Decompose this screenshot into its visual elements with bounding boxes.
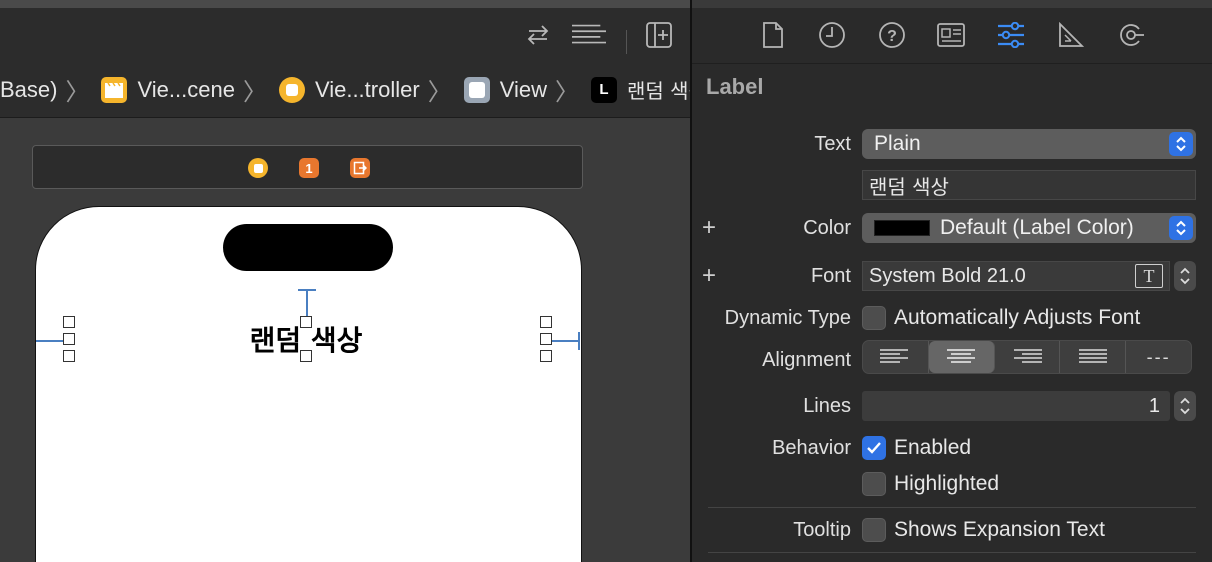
swap-arrows-icon[interactable]: [521, 20, 555, 50]
scene-dock: 1: [32, 145, 583, 189]
connections-icon[interactable]: [1114, 18, 1148, 52]
xcode-window: Base) 〉 Vie...cene 〉 Vie...troller 〉 Vie…: [0, 0, 1212, 562]
constraint-cap: [298, 289, 316, 291]
text-row-label: Text: [814, 133, 851, 155]
top-constraint-guide: [306, 290, 308, 316]
dynamic-type-label: Dynamic Type: [724, 307, 851, 329]
attributes-icon[interactable]: [994, 18, 1028, 52]
font-field[interactable]: System Bold 21.0 T: [862, 261, 1170, 291]
lines-icon[interactable]: [572, 20, 606, 50]
storyboard-canvas[interactable]: 1 랜덤 색상: [0, 118, 690, 562]
history-icon[interactable]: [815, 18, 849, 52]
lines-row-label: Lines: [803, 395, 851, 417]
alignment-segmented-control: ---: [862, 340, 1192, 374]
chevron-right-icon: 〉: [242, 79, 267, 106]
resize-handle[interactable]: [540, 316, 552, 328]
exit-icon[interactable]: [350, 158, 370, 178]
breadcrumb-label: Vie...cene: [137, 76, 235, 102]
breadcrumb-scene[interactable]: Vie...cene: [101, 76, 235, 103]
adjusts-font-checkbox[interactable]: [862, 306, 886, 330]
align-center-icon[interactable]: [928, 341, 995, 373]
inspector-tab-bar: ?: [692, 0, 1212, 64]
popup-chevrons-icon: [1169, 216, 1193, 240]
chevron-right-icon: 〉: [554, 79, 579, 106]
popup-value: Plain: [874, 132, 921, 155]
alignment-row-label: Alignment: [762, 349, 851, 371]
lines-field[interactable]: 1: [862, 391, 1170, 421]
font-value: System Bold 21.0: [869, 264, 1026, 287]
attributes-inspector: ? Label Text Plain 랜덤 색상 + Color Default…: [692, 0, 1212, 562]
constraint-cap: [578, 332, 580, 350]
iphone-device-frame: 랜덤 색상: [35, 206, 582, 562]
resize-handle[interactable]: [300, 350, 312, 362]
help-icon[interactable]: ?: [875, 18, 909, 52]
view-controller-icon[interactable]: [248, 158, 268, 178]
resize-handle[interactable]: [63, 350, 75, 362]
align-justified-icon[interactable]: [1060, 341, 1127, 373]
editor-toolbar: [0, 0, 690, 62]
scene-icon: [101, 76, 128, 103]
popup-chevrons-icon: [1169, 132, 1193, 156]
separator: [708, 552, 1196, 553]
svg-text:?: ?: [887, 28, 897, 45]
add-editor-icon[interactable]: [642, 20, 676, 50]
text-type-popup[interactable]: Plain: [862, 129, 1196, 159]
identity-icon[interactable]: [934, 18, 968, 52]
font-size-stepper[interactable]: [1174, 261, 1196, 291]
breadcrumb-view[interactable]: View: [463, 76, 547, 103]
add-font-variation-icon[interactable]: +: [702, 262, 716, 290]
section-title: Label: [706, 74, 764, 99]
align-left-icon[interactable]: [863, 341, 929, 373]
breadcrumb-label: Vie...troller: [314, 76, 420, 102]
popup-value: Default (Label Color): [940, 216, 1134, 239]
resize-handle[interactable]: [300, 316, 312, 328]
breadcrumb-view-controller[interactable]: Vie...troller: [278, 76, 420, 103]
breadcrumb-label: Base): [0, 76, 58, 102]
tooltip-row-label: Tooltip: [793, 519, 851, 541]
font-picker-icon[interactable]: T: [1135, 264, 1163, 288]
view-icon: [463, 76, 490, 103]
dynamic-island: [223, 224, 393, 271]
add-color-variation-icon[interactable]: +: [702, 214, 716, 242]
highlighted-checkbox[interactable]: [862, 472, 886, 496]
enabled-checkbox[interactable]: [862, 436, 886, 460]
lines-stepper[interactable]: [1174, 391, 1196, 421]
label-icon: L: [590, 76, 617, 103]
separator: [708, 507, 1196, 508]
expansion-text-label: Shows Expansion Text: [894, 518, 1105, 541]
trailing-constraint-guide: [550, 340, 580, 342]
resize-handle[interactable]: [63, 316, 75, 328]
breadcrumb-label: View: [499, 76, 547, 102]
natural-glyph: ---: [1146, 346, 1171, 367]
resize-handle[interactable]: [540, 350, 552, 362]
size-icon[interactable]: [1054, 18, 1088, 52]
color-swatch: [874, 220, 930, 236]
color-row-label: Color: [803, 217, 851, 239]
highlighted-label: Highlighted: [894, 472, 1000, 495]
color-popup[interactable]: Default (Label Color): [862, 213, 1196, 243]
font-row-label: Font: [810, 265, 851, 287]
view-controller-icon: [278, 76, 305, 103]
storyboard-editor: Base) 〉 Vie...cene 〉 Vie...troller 〉 Vie…: [0, 0, 707, 562]
toolbar-separator: [626, 30, 627, 54]
chevron-right-icon: 〉: [65, 79, 90, 106]
leading-constraint-guide: [36, 340, 66, 342]
label-text-field[interactable]: 랜덤 색상: [862, 170, 1196, 200]
align-natural-icon[interactable]: ---: [1126, 341, 1191, 373]
expansion-text-checkbox[interactable]: [862, 518, 886, 542]
align-right-icon[interactable]: [995, 341, 1061, 373]
adjusts-font-label: Automatically Adjusts Font: [894, 306, 1141, 329]
resize-handle[interactable]: [540, 333, 552, 345]
jump-bar: Base) 〉 Vie...cene 〉 Vie...troller 〉 Vie…: [0, 62, 707, 118]
checkmark-icon: [867, 442, 881, 454]
resize-handle[interactable]: [63, 333, 75, 345]
behavior-row-label: Behavior: [772, 437, 851, 459]
enabled-label: Enabled: [894, 436, 972, 459]
breadcrumb-base[interactable]: Base): [0, 77, 57, 103]
first-responder-icon[interactable]: 1: [299, 158, 319, 178]
chevron-right-icon: 〉: [427, 79, 452, 106]
file-icon[interactable]: [756, 18, 790, 52]
